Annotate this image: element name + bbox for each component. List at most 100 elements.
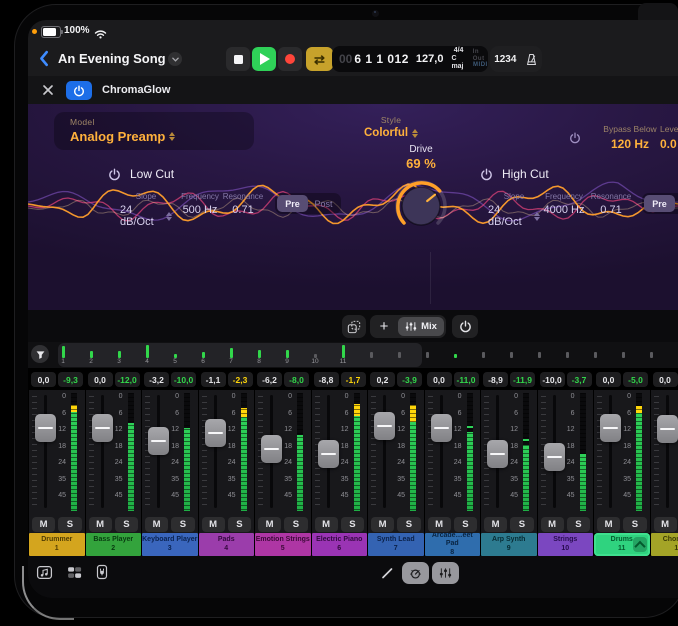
track-name-cell[interactable]: Arcade…eet Pad8 <box>425 533 481 556</box>
mute-button[interactable]: M <box>258 517 281 532</box>
drive-knob[interactable] <box>391 176 451 241</box>
overview-track-3[interactable]: 3 <box>105 344 133 366</box>
model-select[interactable]: Model Analog Preamp <box>54 112 254 150</box>
stop-button[interactable] <box>226 47 250 71</box>
fader-cap[interactable] <box>544 443 565 471</box>
solo-button[interactable]: S <box>567 517 590 532</box>
solo-button[interactable]: S <box>284 517 307 532</box>
overview-track-8[interactable]: 8 <box>245 344 273 366</box>
tracks-overview-strip[interactable]: 1234567891011 <box>28 342 678 368</box>
mute-button[interactable]: M <box>484 517 507 532</box>
track-name-cell[interactable]: Keyboard Player3 <box>142 533 198 556</box>
overview-track-17[interactable] <box>497 344 525 359</box>
track-name-cell[interactable]: Emotion Strings5 <box>255 533 311 556</box>
high-cut-pre[interactable]: Pre <box>644 195 675 212</box>
mute-button[interactable]: M <box>89 517 112 532</box>
mute-button[interactable]: M <box>145 517 168 532</box>
track-name-cell[interactable]: Pads4 <box>199 533 255 556</box>
cycle-button[interactable]: ⇄ <box>306 47 333 71</box>
fader-cap[interactable] <box>92 414 113 442</box>
low-cut-pre[interactable]: Pre <box>277 195 308 212</box>
meter-peak-value[interactable]: -2,3 <box>228 372 253 387</box>
count-in-button[interactable]: 1234 <box>494 54 516 65</box>
track-name-cell[interactable]: Bass Player2 <box>86 533 142 556</box>
track-name-cell[interactable]: Chorus V12 <box>651 533 678 556</box>
fader-db-value[interactable]: 0,2 <box>370 372 395 387</box>
overview-track-9[interactable]: 9 <box>273 344 301 366</box>
mute-button[interactable]: M <box>371 517 394 532</box>
fader-cap[interactable] <box>657 415 678 443</box>
mute-button[interactable]: M <box>428 517 451 532</box>
track-name-cell[interactable]: Synth Lead7 <box>368 533 424 556</box>
fader-cap[interactable] <box>600 414 621 442</box>
fader-db-value[interactable]: -8,8 <box>314 372 339 387</box>
plugin-power-button[interactable] <box>66 81 92 100</box>
overview-track-10[interactable]: 10 <box>301 344 329 366</box>
solo-button[interactable]: S <box>115 517 138 532</box>
solo-button[interactable]: S <box>341 517 364 532</box>
overview-track-15[interactable] <box>441 344 469 359</box>
track-name-cell[interactable]: Drums11 <box>594 533 650 556</box>
low-cut-resonance[interactable]: Resonance 0.71 <box>220 192 266 216</box>
overview-track-14[interactable] <box>413 344 441 359</box>
high-cut-frequency[interactable]: Frequency 4000 Hz <box>540 192 588 216</box>
mute-button[interactable]: M <box>32 517 55 532</box>
fader-cap[interactable] <box>431 414 452 442</box>
solo-button[interactable]: S <box>58 517 81 532</box>
fader-db-value[interactable]: -3,2 <box>144 372 169 387</box>
fader-db-value[interactable]: 0,0 <box>427 372 452 387</box>
track-name-cell[interactable]: Strings10 <box>538 533 594 556</box>
fader-cap[interactable] <box>205 419 226 447</box>
high-cut-pre-post-toggle[interactable]: Pre Post <box>642 193 678 214</box>
meter-peak-value[interactable]: -5,0 <box>623 372 648 387</box>
fader-db-value[interactable]: 0,0 <box>31 372 56 387</box>
track-name-cell[interactable]: Electric Piano6 <box>312 533 368 556</box>
mix-view-button[interactable]: Mix <box>398 317 444 336</box>
meter-peak-value[interactable]: -3,7 <box>567 372 592 387</box>
meter-peak-value[interactable]: -11,9 <box>510 372 535 387</box>
play-button[interactable] <box>252 47 276 71</box>
overview-track-6[interactable]: 6 <box>189 344 217 366</box>
fader-cap[interactable] <box>148 427 169 455</box>
solo-button[interactable]: S <box>510 517 533 532</box>
fader-db-value[interactable]: -1,1 <box>201 372 226 387</box>
track-name-cell[interactable]: Arp Synth9 <box>481 533 537 556</box>
song-title[interactable]: An Evening Song <box>58 51 166 66</box>
overview-track-16[interactable] <box>469 344 497 359</box>
bypass-power-icon[interactable] <box>569 132 581 144</box>
fader-cap[interactable] <box>261 435 282 463</box>
overview-track-13[interactable] <box>385 344 413 359</box>
mute-button[interactable]: M <box>597 517 620 532</box>
high-cut-resonance[interactable]: Resonance 0.71 <box>588 192 634 216</box>
low-cut-power-icon[interactable] <box>108 168 121 181</box>
meter-peak-value[interactable]: -8,0 <box>284 372 309 387</box>
add-button[interactable]: + <box>370 315 398 338</box>
fader-db-value[interactable]: -8,9 <box>483 372 508 387</box>
overview-track-18[interactable] <box>525 344 553 359</box>
solo-button[interactable]: S <box>171 517 194 532</box>
record-button[interactable] <box>278 47 302 71</box>
lcd-display[interactable]: 00 6 1 1 012 127,0 4/4 C maj In Out MIDI <box>332 46 488 72</box>
mute-button[interactable]: M <box>654 517 677 532</box>
fader-cap[interactable] <box>318 440 339 468</box>
fader-cap[interactable] <box>374 412 395 440</box>
low-cut-pre-post-toggle[interactable]: Pre Post <box>275 193 341 214</box>
plugins-icon[interactable] <box>94 564 110 580</box>
overview-track-12[interactable] <box>357 344 385 359</box>
overview-track-7[interactable]: 7 <box>217 344 245 366</box>
back-button[interactable] <box>38 50 52 68</box>
duplicate-button[interactable] <box>342 315 366 338</box>
level-field[interactable]: Level 0.0 <box>660 124 678 151</box>
meter-peak-value[interactable]: -3,9 <box>397 372 422 387</box>
solo-button[interactable]: S <box>454 517 477 532</box>
overview-track-22[interactable] <box>637 344 665 359</box>
mixer-view-button[interactable] <box>432 562 459 584</box>
high-cut-slope[interactable]: Slope 24 dB/Oct <box>488 192 540 228</box>
mixer-power-button[interactable] <box>452 315 478 338</box>
overview-track-19[interactable] <box>553 344 581 359</box>
mute-button[interactable]: M <box>541 517 564 532</box>
low-cut-slope[interactable]: Slope 24 dB/Oct <box>120 192 172 228</box>
track-name-cell[interactable]: Drummer1 <box>29 533 85 556</box>
meter-peak-value[interactable]: -12,0 <box>115 372 140 387</box>
controls-view-button[interactable] <box>402 562 429 584</box>
